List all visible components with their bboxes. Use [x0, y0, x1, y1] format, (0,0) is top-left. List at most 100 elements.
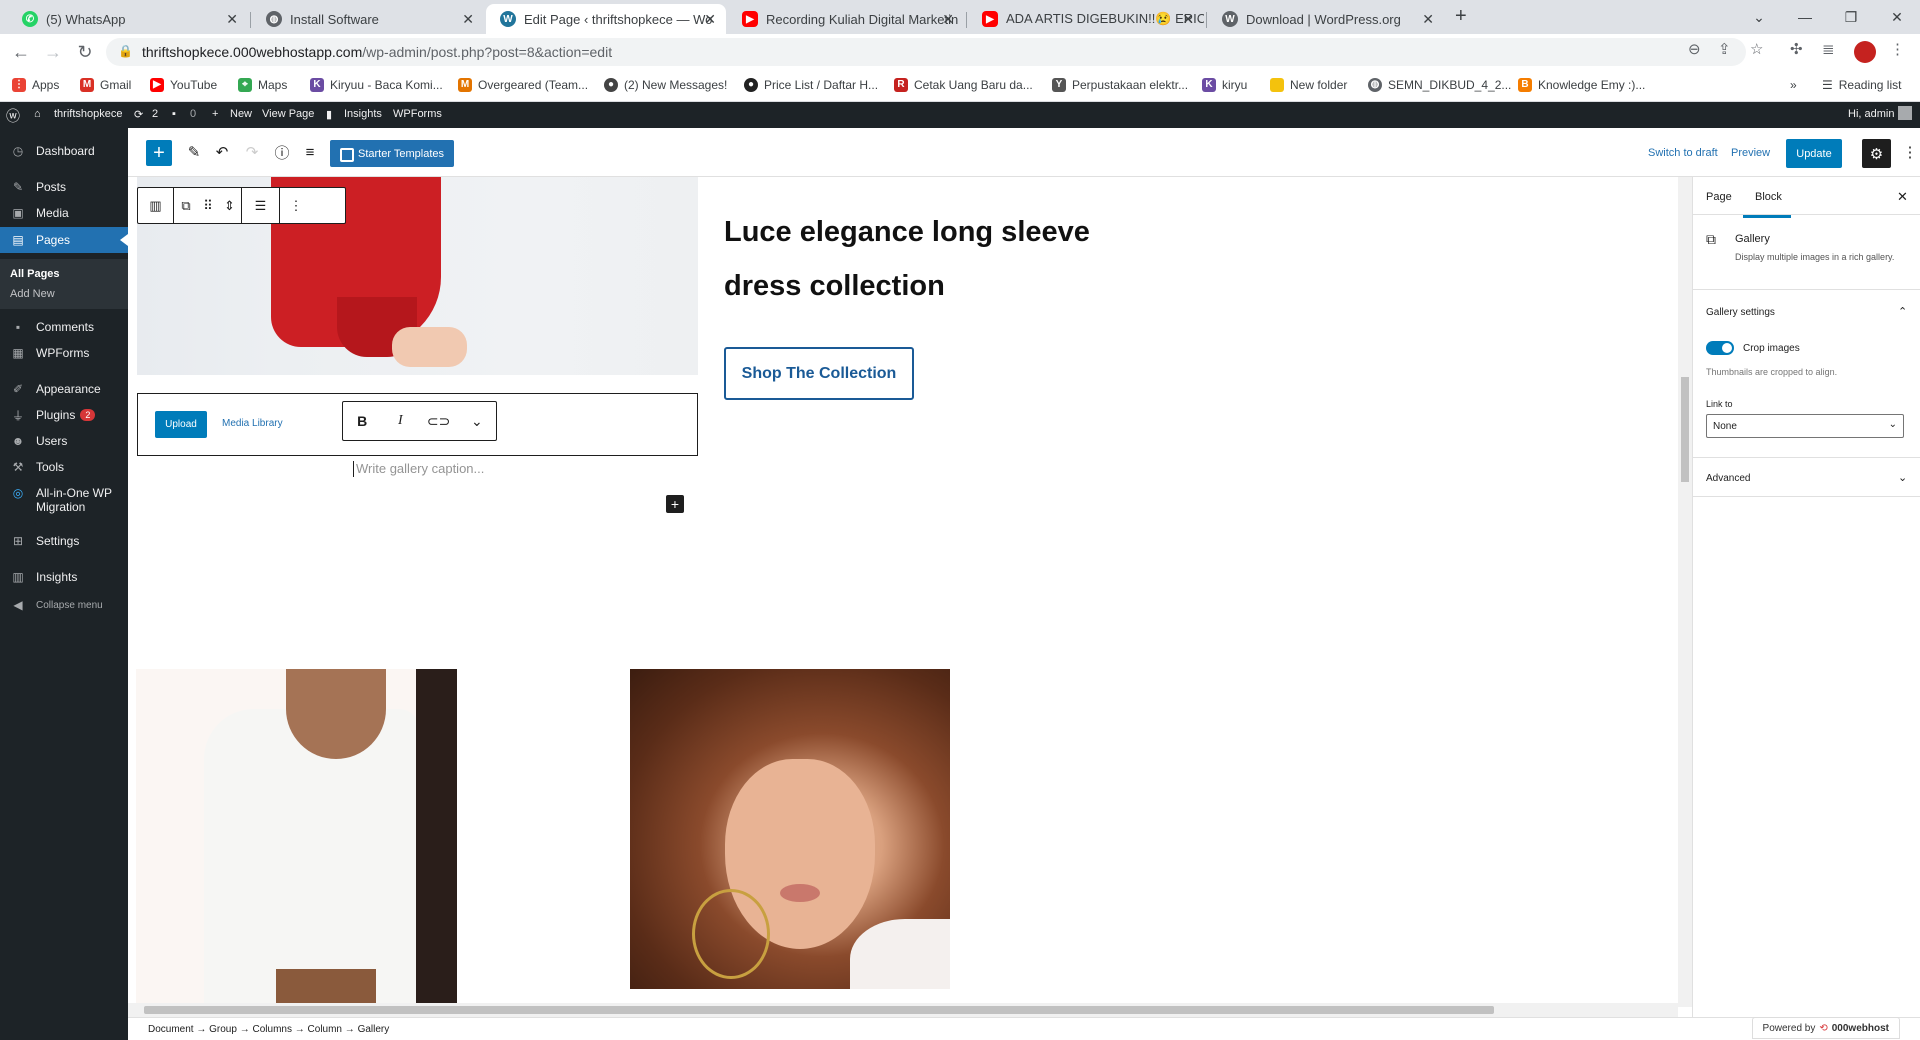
undo-icon[interactable]: ↶ [210, 140, 234, 164]
address-bar[interactable]: 🔒 thriftshopkece.000webhostapp.com/wp-ad… [106, 38, 1746, 66]
sidebar-item-plugins[interactable]: ⏚ Plugins 2 [0, 402, 128, 428]
tab-recording-kuliah[interactable]: ▶ Recording Kuliah Digital Marketin ✕ [728, 4, 964, 34]
inserter-plus-icon[interactable]: + [666, 495, 684, 513]
add-block-button[interactable]: + [146, 140, 172, 166]
reading-list[interactable]: ☰ Reading list [1822, 78, 1901, 92]
details-info-icon[interactable]: ⓘ [270, 140, 294, 164]
sidebar-item-users[interactable]: ☻ Users [0, 428, 128, 454]
restore-icon[interactable]: ❐ [1828, 0, 1874, 34]
tab-download-wordpress[interactable]: W Download | WordPress.org ✕ [1208, 4, 1444, 34]
close-icon[interactable]: ✕ [1182, 11, 1194, 28]
bookmark-star-icon[interactable]: ☆ [1750, 40, 1763, 58]
curly-hair-portrait-image[interactable] [630, 669, 950, 989]
site-name[interactable]: thriftshopkece [54, 108, 122, 120]
bookmark-youtube[interactable]: ▶ YouTube [150, 78, 217, 92]
tab-search-icon[interactable]: ⌄ [1736, 0, 1782, 34]
breadcrumb-document[interactable]: Document [148, 1024, 194, 1035]
tab-ada-artis[interactable]: ▶ ADA ARTIS DIGEBUKIN!!😢 ERICK ✕ [968, 4, 1204, 34]
italic-icon[interactable]: I [381, 402, 419, 440]
scrollbar-thumb[interactable] [1681, 377, 1689, 482]
comment-icon[interactable]: ▪ [172, 108, 176, 120]
more-options-icon[interactable]: ⋮ [280, 188, 312, 223]
gallery-caption-input[interactable]: Write gallery caption... [352, 461, 484, 477]
bookmark-kiryuu[interactable]: K Kiryuu - Baca Komi... [310, 78, 443, 92]
minimize-icon[interactable]: — [1782, 0, 1828, 34]
breadcrumb-group[interactable]: Group [209, 1024, 237, 1035]
breadcrumb-columns[interactable]: Columns [253, 1024, 292, 1035]
tab-whatsapp[interactable]: ✆ (5) WhatsApp ✕ [8, 4, 248, 34]
greeting[interactable]: Hi, admin [1848, 108, 1894, 120]
breadcrumb-gallery[interactable]: Gallery [358, 1024, 390, 1035]
advanced-section-toggle[interactable]: Advanced [1706, 473, 1750, 484]
close-panel-icon[interactable]: ✕ [1897, 189, 1908, 205]
sidebar-item-settings[interactable]: ⊞ Settings [0, 528, 128, 554]
tab-page[interactable]: Page [1706, 191, 1732, 203]
bookmark-kiryu[interactable]: Kkiryu [1202, 78, 1247, 92]
close-icon[interactable]: ✕ [1422, 11, 1434, 28]
sidebar-item-dashboard[interactable]: ◷ Dashboard [0, 138, 128, 164]
new-tab-button[interactable]: + [1455, 5, 1467, 28]
new-menu[interactable]: New [230, 108, 252, 120]
collapse-menu[interactable]: ◀ Collapse menu [0, 592, 128, 618]
updates-count[interactable]: 2 [152, 108, 158, 120]
close-icon[interactable]: ✕ [226, 11, 238, 28]
bookmark-semn[interactable]: ◍ SEMN_DIKBUD_4_2... [1368, 78, 1511, 92]
sidebar-item-migration[interactable]: ◎ All-in-One WP Migration [0, 486, 128, 522]
settings-gear-icon[interactable]: ⚙ [1862, 139, 1891, 168]
horizontal-scrollbar[interactable] [128, 1003, 1678, 1017]
sidebar-item-appearance[interactable]: ✐ Appearance [0, 376, 128, 402]
bookmark-messages[interactable]: ● (2) New Messages! [604, 78, 727, 92]
media-library-link[interactable]: Media Library [222, 418, 283, 429]
link-icon[interactable]: ⊂⊃ [420, 402, 458, 440]
tab-block[interactable]: Block [1743, 191, 1791, 218]
drag-handle-icon[interactable]: ⠿ [198, 188, 218, 223]
scrollbar-thumb[interactable] [144, 1006, 1494, 1014]
link-to-select[interactable]: None ⌄ [1706, 414, 1904, 438]
tab-edit-page[interactable]: W Edit Page ‹ thriftshopkece — Wo ✕ [486, 4, 726, 34]
bookmark-knowledge[interactable]: B Knowledge Emy :)... [1518, 78, 1645, 92]
gallery-settings-toggle[interactable]: Gallery settings [1706, 307, 1775, 318]
menu-dots-icon[interactable]: ⋮ [1890, 40, 1905, 58]
close-icon[interactable]: ✕ [462, 11, 474, 28]
starter-templates-button[interactable]: Starter Templates [330, 140, 455, 167]
bookmark-new-folder[interactable]: New folder [1270, 78, 1347, 92]
list-view-icon[interactable]: ≡ [298, 140, 322, 164]
extensions-icon[interactable]: ✣ [1790, 40, 1803, 58]
submenu-add-new[interactable]: Add New [10, 288, 55, 300]
comments-count[interactable]: 0 [190, 108, 196, 120]
parent-block-icon[interactable]: ▥ [138, 188, 174, 223]
close-window-icon[interactable]: ✕ [1874, 0, 1920, 34]
wpforms-link[interactable]: WPForms [393, 108, 442, 120]
chevron-down-icon[interactable]: ⌄ [1898, 471, 1907, 484]
breadcrumb-column[interactable]: Column [308, 1024, 342, 1035]
admin-avatar[interactable] [1898, 106, 1912, 120]
zoom-icon[interactable]: ⊖ [1688, 40, 1701, 58]
media-control-icon[interactable]: ≣ [1822, 40, 1835, 58]
bookmark-apps[interactable]: ⋮ Apps [12, 78, 59, 92]
bookmark-pricelist[interactable]: ● Price List / Daftar H... [744, 78, 878, 92]
align-icon[interactable]: ☰ [242, 188, 280, 223]
more-bookmarks-icon[interactable]: » [1790, 78, 1797, 92]
bookmark-perpustakaan[interactable]: Y Perpustakaan elektr... [1052, 78, 1188, 92]
forward-icon[interactable]: → [40, 40, 66, 64]
sidebar-item-media[interactable]: ▣ Media [0, 200, 128, 226]
options-dots-icon[interactable]: ⋮ [1898, 140, 1920, 164]
update-button[interactable]: Update [1786, 139, 1842, 168]
bookmark-maps[interactable]: ⌖ Maps [238, 78, 287, 92]
chevron-down-icon[interactable]: ⌄ [458, 402, 496, 440]
sidebar-item-comments[interactable]: ▪ Comments [0, 314, 128, 340]
reload-icon[interactable]: ↻ [72, 40, 98, 64]
view-page-link[interactable]: View Page [262, 108, 314, 120]
bold-icon[interactable]: B [343, 402, 381, 440]
bookmark-overgeared[interactable]: M Overgeared (Team... [458, 78, 588, 92]
switch-to-draft-link[interactable]: Switch to draft [1648, 147, 1718, 159]
close-icon[interactable]: ✕ [942, 11, 954, 28]
bookmark-gmail[interactable]: M Gmail [80, 78, 131, 92]
shop-the-collection-button[interactable]: Shop The Collection [724, 347, 914, 400]
redo-icon[interactable]: ↷ [240, 140, 264, 164]
share-icon[interactable]: ⇪ [1718, 40, 1731, 58]
profile-avatar[interactable] [1854, 41, 1876, 63]
wordpress-logo-icon[interactable]: ⓦ [6, 106, 20, 126]
crop-images-toggle[interactable] [1706, 341, 1734, 355]
sidebar-item-wpforms[interactable]: ▦ WPForms [0, 340, 128, 366]
